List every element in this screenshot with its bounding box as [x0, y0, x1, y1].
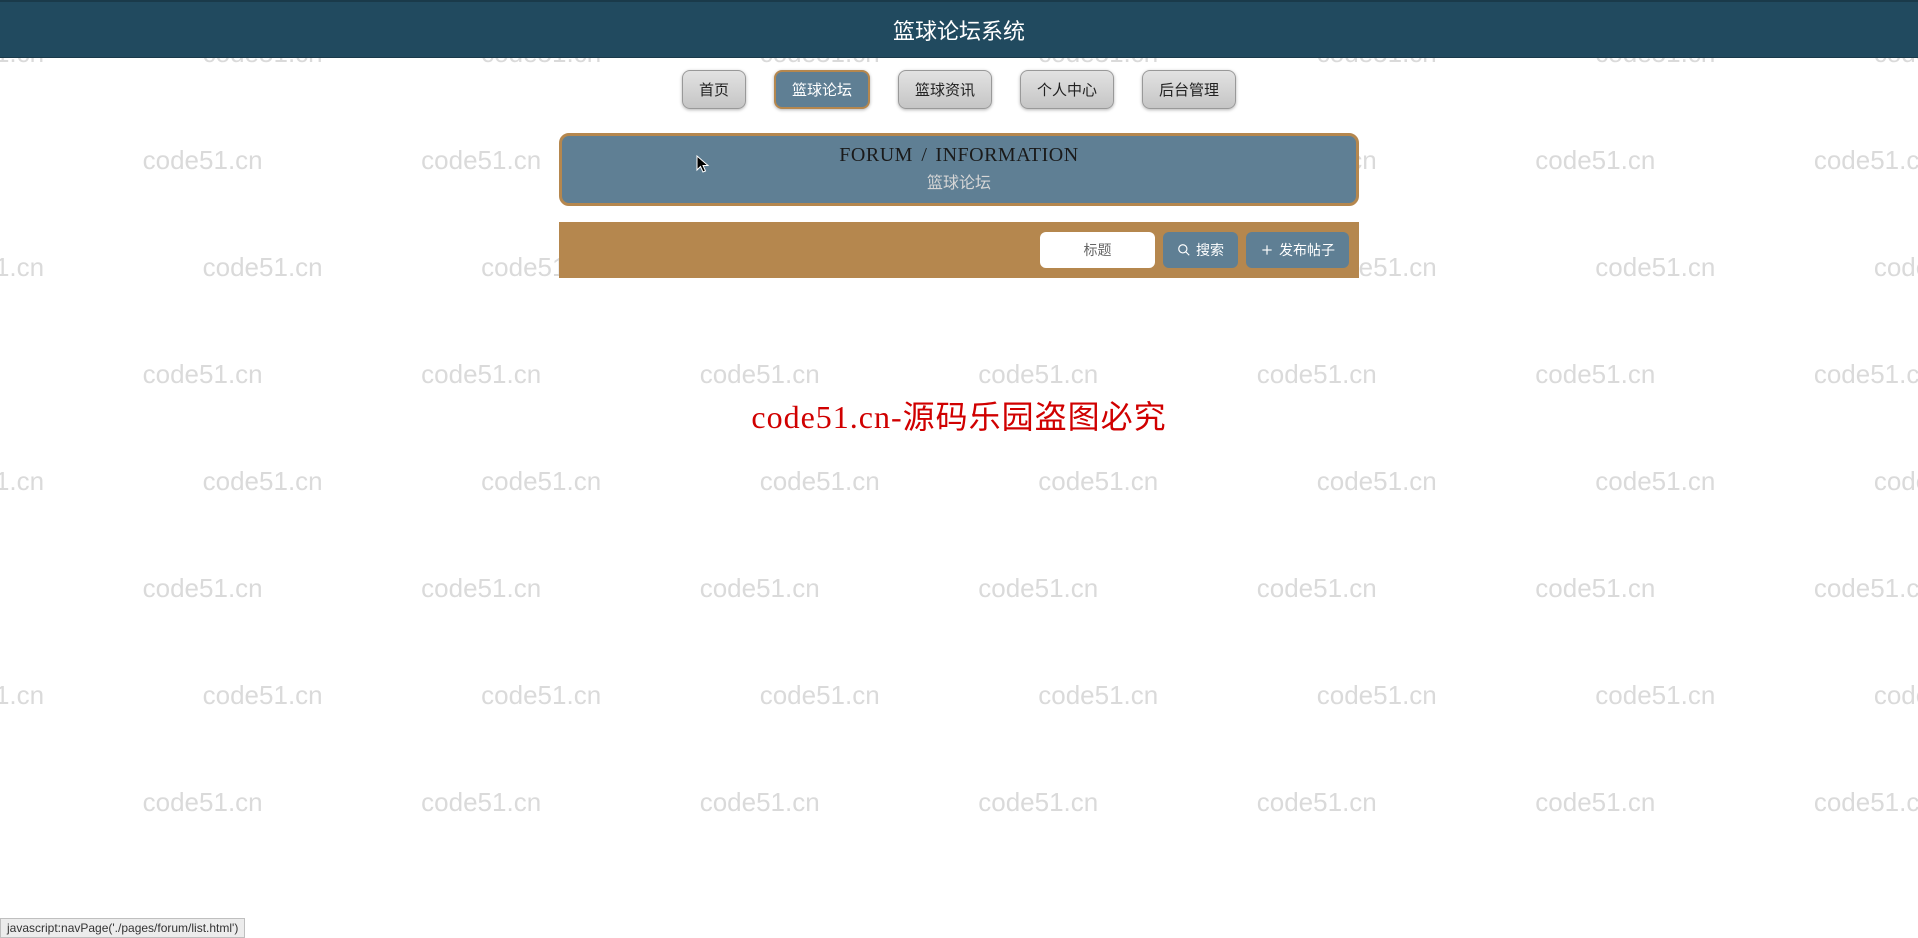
- nav-forum[interactable]: 篮球论坛: [774, 70, 870, 109]
- watermark-center: code51.cn-源码乐园盗图必究: [0, 392, 1918, 438]
- search-input[interactable]: [1040, 232, 1155, 268]
- nav-personal[interactable]: 个人中心: [1020, 70, 1114, 109]
- new-post-button[interactable]: 发布帖子: [1246, 232, 1349, 268]
- browser-status-bar: javascript:navPage('./pages/forum/list.h…: [0, 918, 245, 938]
- nav-news[interactable]: 篮球资讯: [898, 70, 992, 109]
- search-icon: [1177, 243, 1191, 257]
- search-button-label: 搜索: [1196, 240, 1224, 260]
- forum-banner: FORUM / INFORMATION 篮球论坛: [559, 133, 1359, 206]
- app-title: 篮球论坛系统: [893, 14, 1025, 46]
- nav-home[interactable]: 首页: [682, 70, 746, 109]
- banner-en-right: INFORMATION: [935, 144, 1078, 166]
- new-post-button-label: 发布帖子: [1279, 240, 1335, 260]
- banner-cn: 篮球论坛: [562, 169, 1356, 193]
- banner-separator: /: [921, 144, 927, 166]
- forum-toolbar: 搜索 发布帖子: [559, 222, 1359, 278]
- nav-admin[interactable]: 后台管理: [1142, 70, 1236, 109]
- search-button[interactable]: 搜索: [1163, 232, 1238, 268]
- plus-icon: [1260, 243, 1274, 257]
- app-header: 篮球论坛系统: [0, 0, 1918, 58]
- banner-en-left: FORUM: [839, 144, 913, 166]
- main-nav: 首页 篮球论坛 篮球资讯 个人中心 后台管理: [0, 58, 1918, 127]
- content-area: FORUM / INFORMATION 篮球论坛 搜索 发布帖子: [559, 133, 1359, 278]
